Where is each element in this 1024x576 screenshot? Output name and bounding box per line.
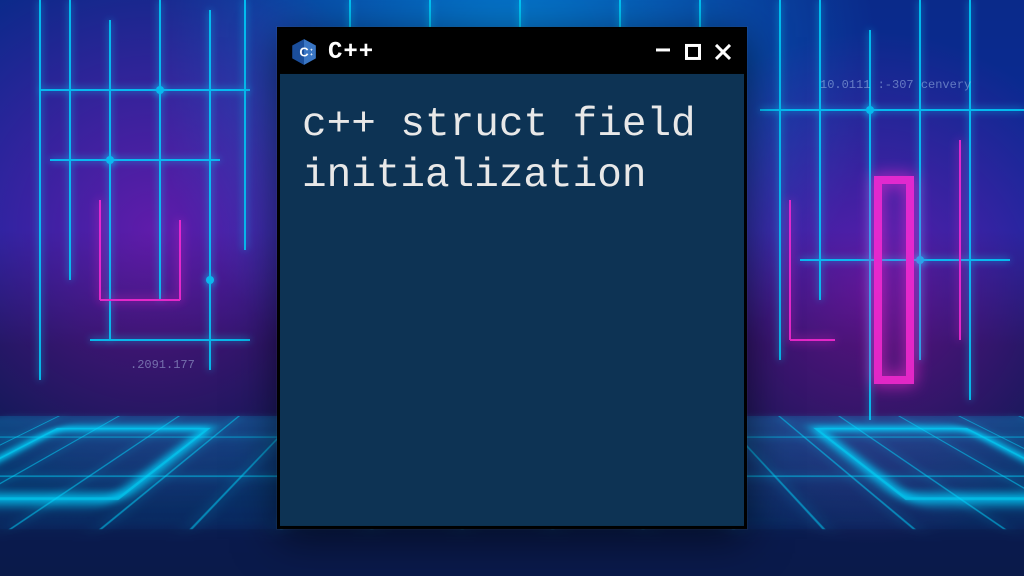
titlebar[interactable]: C + + C++ xyxy=(280,30,744,74)
minimize-button[interactable] xyxy=(650,39,676,65)
svg-text:+: + xyxy=(310,52,313,57)
terminal-window: C + + C++ c++ struct field initializatio… xyxy=(277,27,747,529)
bg-label-left: .2091.177 xyxy=(130,358,195,372)
cpp-icon: C + + xyxy=(290,38,318,66)
close-button[interactable] xyxy=(710,39,736,65)
window-title: C++ xyxy=(328,38,374,65)
svg-text:C: C xyxy=(299,44,308,59)
window-controls xyxy=(650,39,736,65)
terminal-content: c++ struct field initialization xyxy=(280,74,744,526)
maximize-button[interactable] xyxy=(680,39,706,65)
bg-label-right: 10.0111 :-307 cenvery xyxy=(820,78,971,92)
